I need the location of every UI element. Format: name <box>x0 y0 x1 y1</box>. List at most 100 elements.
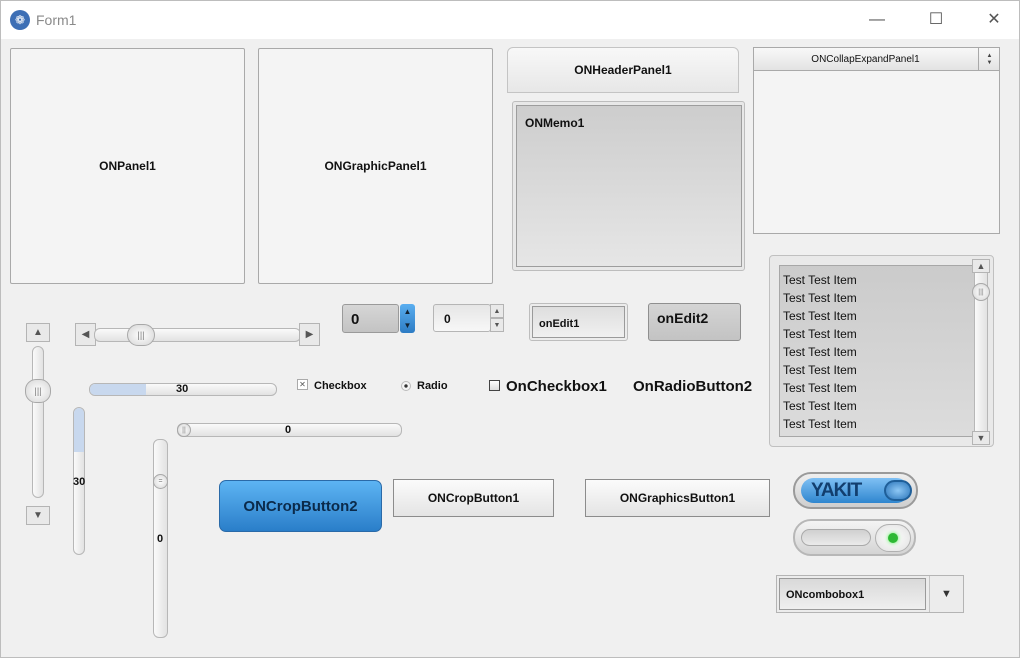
on-crop-button1-label: ONCropButton1 <box>427 491 520 505</box>
radio-label[interactable]: Radio <box>417 380 448 392</box>
minimize-button[interactable]: — <box>854 5 900 35</box>
on-spin-edit2[interactable]: 0 <box>433 304 491 332</box>
vslider-up-arrow[interactable]: ▲ <box>26 323 50 342</box>
on-graphic-panel1-label: ONGraphicPanel1 <box>324 159 427 173</box>
arrow-up-icon: ▲ <box>976 261 986 271</box>
spin1-buttons[interactable]: ▲ ▼ <box>400 304 415 333</box>
grip-icon: ||| <box>137 330 145 340</box>
grip-icon: = <box>158 478 163 485</box>
on-edit2-text: onEdit2 <box>657 310 709 326</box>
horizontal-slider-thumb[interactable]: ||| <box>127 324 155 346</box>
on-edit1-text: onEdit1 <box>539 318 580 330</box>
on-panel1: ONPanel1 <box>10 48 245 284</box>
vertical-progress-fill <box>74 408 84 452</box>
on-checkbox1-label[interactable]: OnCheckbox1 <box>506 378 607 395</box>
radio-dot[interactable] <box>401 381 411 391</box>
status-led-icon <box>888 533 898 543</box>
yakit-switch-knob <box>884 480 912 501</box>
collap-expand-header[interactable]: ONCollapExpandPanel1 <box>754 48 999 71</box>
checkbox-label[interactable]: Checkbox <box>314 380 367 392</box>
on-header-panel1: ONHeaderPanel1 <box>507 47 739 93</box>
on-crop-button1[interactable]: ONCropButton1 <box>393 479 554 517</box>
title-bar: ❁ Form1 — ☐ ✕ <box>1 1 1019 39</box>
form1-window: ❁ Form1 — ☐ ✕ ONPanel1 ONGraphicPanel1 O… <box>0 0 1020 658</box>
spin2-up[interactable]: ▲ <box>490 304 504 318</box>
listbox-scroll-down[interactable]: ▼ <box>972 431 990 445</box>
horizontal-slider-track[interactable] <box>94 328 301 342</box>
arrow-up-icon: ▲ <box>33 327 43 338</box>
on-collap-expand-panel1: ONCollapExpandPanel1 ▲ ▼ <box>753 47 1000 234</box>
horizontal-progress-fill <box>90 384 146 395</box>
on-crop-button2[interactable]: ONCropButton2 <box>219 480 382 532</box>
list-item[interactable]: Test Test Item <box>780 271 986 289</box>
close-button[interactable]: ✕ <box>971 5 1017 35</box>
list-item[interactable]: Test Test Item <box>780 379 986 397</box>
on-graphic-panel1: ONGraphicPanel1 <box>258 48 493 284</box>
list-item[interactable]: Test Test Item <box>780 361 986 379</box>
list-item[interactable]: Test Test Item <box>780 415 986 433</box>
collap-expand-title: ONCollapExpandPanel1 <box>811 53 920 65</box>
vertical-slider-value: 0 <box>157 533 164 545</box>
on-spin-edit1[interactable]: 0 <box>342 304 399 333</box>
combobox-dropdown-button[interactable]: ▼ <box>929 576 963 612</box>
on-graphics-button1-label: ONGraphicsButton1 <box>619 491 736 505</box>
yakit-switch[interactable]: YAKIT <box>793 472 918 509</box>
spin1-value: 0 <box>351 311 360 328</box>
spin2-value: 0 <box>444 312 451 326</box>
list-item[interactable]: Test Test Item <box>780 289 986 307</box>
vertical-progress-label: 30 <box>73 476 86 488</box>
vslider-down-arrow[interactable]: ▼ <box>26 506 50 525</box>
on-panel1-label: ONPanel1 <box>99 159 156 173</box>
grip-icon: ||| <box>34 386 42 396</box>
list-item[interactable]: Test Test Item <box>780 325 986 343</box>
on-memo1[interactable]: ONMemo1 <box>516 105 742 267</box>
yakit-label: YAKIT <box>811 479 862 501</box>
spin2-down[interactable]: ▼ <box>490 318 504 332</box>
on-crop-button2-label: ONCropButton2 <box>243 497 358 515</box>
on-header-panel1-label: ONHeaderPanel1 <box>574 63 672 77</box>
on-graphics-button1[interactable]: ONGraphicsButton1 <box>585 479 770 517</box>
hslider-left-arrow[interactable]: ◀ <box>75 323 96 346</box>
combobox-value: ONcombobox1 <box>786 589 865 601</box>
chevron-up-icon: ▲ <box>986 52 993 59</box>
horizontal-value-slider-thumb[interactable]: || <box>177 423 191 437</box>
listbox-scroll-up[interactable]: ▲ <box>972 259 990 273</box>
on-checkbox1-box[interactable] <box>489 380 500 391</box>
spin-down-icon: ▼ <box>403 321 412 331</box>
left-vertical-slider-thumb[interactable]: ||| <box>25 379 51 403</box>
on-edit1[interactable]: onEdit1 <box>532 306 625 338</box>
on-edit2[interactable]: onEdit2 <box>648 303 741 341</box>
paw-app-icon: ❁ <box>10 10 30 30</box>
chevron-down-icon: ▼ <box>986 59 993 66</box>
maximize-button[interactable]: ☐ <box>913 5 959 35</box>
on-listbox[interactable]: Test Test Item Test Test Item Test Test It… <box>779 265 987 437</box>
arrow-left-icon: ◀ <box>81 329 90 340</box>
expand-collapse-toggle[interactable]: ▲ ▼ <box>978 48 1000 71</box>
green-switch[interactable] <box>793 519 916 556</box>
arrow-right-icon: ▶ <box>305 329 314 340</box>
on-combobox1[interactable]: ONcombobox1 ▼ <box>776 575 964 613</box>
vertical-value-slider-thumb[interactable]: = <box>153 474 168 489</box>
list-item[interactable]: Test Test Item <box>780 397 986 415</box>
listbox-items: Test Test Item Test Test Item Test Test It… <box>780 271 986 433</box>
checkbox-box[interactable]: ✕ <box>297 379 308 390</box>
window-title: Form1 <box>36 12 77 28</box>
hslider-right-arrow[interactable]: ▶ <box>299 323 320 346</box>
green-switch-knob <box>875 524 911 552</box>
horizontal-progress-label: 30 <box>176 383 189 395</box>
arrow-down-icon: ▼ <box>33 510 43 521</box>
list-item[interactable]: Test Test Item <box>780 307 986 325</box>
spin-up-icon: ▲ <box>403 306 412 316</box>
listbox-scroll-thumb[interactable]: ||| <box>972 283 990 301</box>
spin-up-icon: ▲ <box>493 307 501 315</box>
list-item[interactable]: Test Test Item <box>780 343 986 361</box>
horizontal-slider-value: 0 <box>285 424 292 436</box>
green-switch-track <box>801 529 871 546</box>
left-vertical-slider-track[interactable] <box>32 346 44 498</box>
combobox-field[interactable]: ONcombobox1 <box>779 578 926 610</box>
spin-down-icon: ▼ <box>493 321 501 329</box>
grip-icon: ||| <box>978 288 984 296</box>
chevron-down-icon: ▼ <box>941 588 952 600</box>
on-radio-button2-label[interactable]: OnRadioButton2 <box>633 378 752 395</box>
grip-icon: || <box>182 426 186 434</box>
